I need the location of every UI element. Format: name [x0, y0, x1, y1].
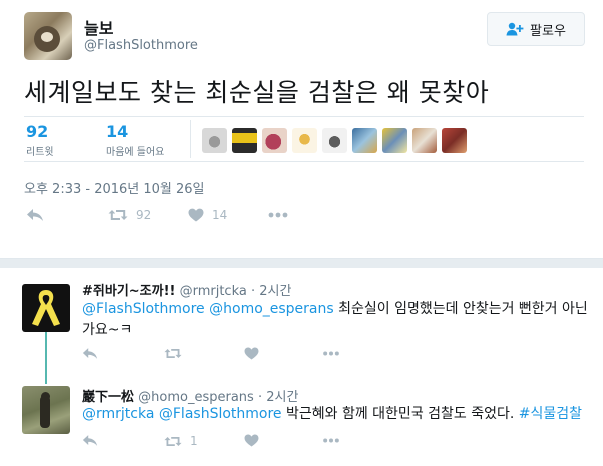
reply-actions [82, 347, 382, 365]
reply-icon [27, 209, 43, 221]
retweet-button[interactable]: 92 [108, 208, 151, 222]
tweet-text: 세계일보도 찾는 최순실을 검찰은 왜 못찾아 [24, 78, 490, 107]
liker-avatars [202, 128, 467, 153]
stats-divider [190, 120, 191, 158]
yellow-ribbon-icon [32, 290, 60, 326]
liker-avatar[interactable] [262, 128, 287, 153]
reply-tweet: #쥐바기~조까!! @rmrjtcka · 2시간 @FlashSlothmor… [0, 272, 603, 372]
reply-header: #쥐바기~조까!! @rmrjtcka · 2시간 [82, 280, 291, 299]
main-tweet: 늘보 @FlashSlothmore 팔로우 세계일보도 찾는 최순실을 검찰은… [0, 0, 603, 258]
reply-tweet: 巖下一松 @homo_esperans · 2시간 @rmrjtcka @Fla… [0, 378, 603, 466]
tweet-actions: 92 14 [24, 208, 324, 230]
follow-button[interactable]: 팔로우 [487, 12, 585, 46]
liker-avatar[interactable] [382, 128, 407, 153]
retweet-icon [108, 210, 128, 220]
reply-avatar[interactable] [22, 284, 70, 332]
author-avatar[interactable] [24, 12, 72, 60]
reply-header: 巖下一松 @homo_esperans · 2시간 [82, 386, 298, 405]
more-button[interactable] [322, 351, 340, 356]
mention-link[interactable]: @FlashSlothmore [82, 301, 205, 317]
tweet-timestamp[interactable]: 오후 2:33 - 2016년 10월 26일 [24, 178, 205, 197]
reply-icon [82, 435, 98, 446]
reply-button[interactable] [26, 208, 44, 222]
section-separator [0, 258, 603, 268]
reply-time[interactable]: · 2시간 [258, 390, 298, 405]
reply-text: @rmrjtcka @FlashSlothmore 박근혜와 함께 대한민국 검… [82, 404, 592, 425]
liker-avatar[interactable] [412, 128, 437, 153]
reply-button[interactable] [82, 347, 98, 360]
reply-author-name[interactable]: #쥐바기~조까!! [82, 284, 175, 299]
author-handle[interactable]: @FlashSlothmore [84, 38, 198, 53]
likes-label: 마음에 들어요 [106, 147, 165, 158]
more-icon [268, 212, 288, 218]
mention-link[interactable]: @FlashSlothmore [159, 406, 282, 422]
reply-author-name[interactable]: 巖下一松 [82, 390, 134, 405]
retweet-icon [164, 349, 182, 358]
likes-count: 14 [106, 122, 129, 141]
retweet-count: 92 [136, 208, 152, 222]
like-button[interactable] [244, 434, 259, 447]
retweets-count: 92 [26, 122, 49, 141]
mention-link[interactable]: @homo_esperans [209, 301, 334, 317]
like-count: 14 [212, 208, 228, 222]
reply-button[interactable] [82, 434, 98, 447]
liker-avatar[interactable] [322, 128, 347, 153]
retweets-label: 리트윗 [26, 147, 54, 158]
liker-avatar[interactable] [202, 128, 227, 153]
heart-icon [244, 434, 259, 447]
reply-avatar[interactable] [22, 386, 70, 434]
heart-icon [188, 208, 204, 222]
liker-avatar[interactable] [232, 128, 257, 153]
liker-avatar[interactable] [292, 128, 317, 153]
follow-button-label: 팔로우 [530, 23, 566, 39]
reply-author-handle[interactable]: @rmrjtcka [180, 284, 247, 299]
reply-icon [82, 348, 98, 359]
heart-icon [244, 347, 259, 360]
reply-time[interactable]: · 2시간 [251, 284, 291, 299]
reply-actions: 1 [82, 434, 382, 452]
more-icon [323, 438, 339, 443]
more-icon [323, 351, 339, 356]
more-button[interactable] [268, 212, 288, 218]
reply-body: 박근혜와 함께 대한민국 검찰도 죽었다. [281, 406, 519, 422]
liker-avatar[interactable] [442, 128, 467, 153]
author-name[interactable]: 늘보 [84, 15, 113, 39]
retweets-stat[interactable]: 92 리트윗 [26, 122, 54, 158]
retweet-count: 1 [190, 434, 198, 448]
hashtag-link[interactable]: #식물검찰 [519, 406, 582, 422]
retweet-button[interactable] [164, 347, 182, 360]
reply-author-handle[interactable]: @homo_esperans [138, 390, 254, 405]
tweet-stats: 92 리트윗 14 마음에 들어요 [24, 116, 584, 162]
reply-text: @FlashSlothmore @homo_esperans 최순실이 임명했는… [82, 299, 592, 341]
like-button[interactable] [244, 347, 259, 360]
likes-stat[interactable]: 14 마음에 들어요 [106, 122, 164, 158]
more-button[interactable] [322, 438, 340, 443]
mention-link[interactable]: @rmrjtcka [82, 406, 154, 422]
retweet-button[interactable]: 1 [164, 434, 198, 448]
follow-person-icon [506, 22, 524, 36]
liker-avatar[interactable] [352, 128, 377, 153]
retweet-icon [164, 436, 182, 446]
like-button[interactable]: 14 [188, 208, 227, 222]
